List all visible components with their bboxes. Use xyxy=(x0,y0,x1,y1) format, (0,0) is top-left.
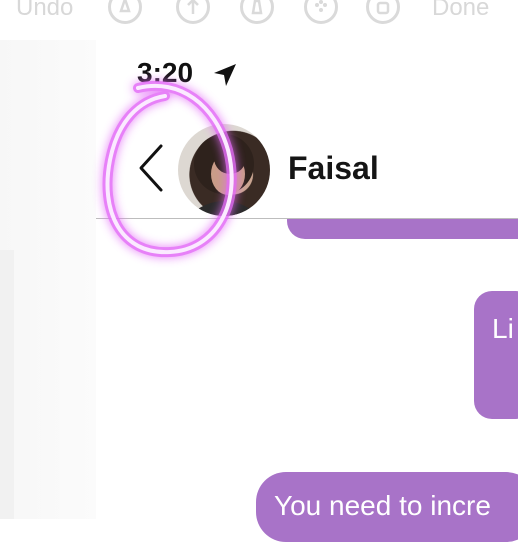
message-text: You need to incre xyxy=(274,490,491,521)
location-arrow-icon xyxy=(214,64,236,86)
message-text: Li xyxy=(492,313,514,344)
markup-toolbar: Undo Done xyxy=(0,0,518,40)
pen-tool-icon[interactable] xyxy=(108,0,142,24)
avatar[interactable] xyxy=(178,124,270,216)
status-time: 3:20 xyxy=(137,57,194,88)
background-strip xyxy=(0,40,96,519)
color-palette-icon[interactable] xyxy=(304,0,338,24)
done-button[interactable]: Done xyxy=(432,0,489,22)
undo-button[interactable]: Undo xyxy=(16,0,73,22)
background-strip-edge xyxy=(0,250,14,519)
contact-name[interactable]: Faisal xyxy=(288,150,379,187)
chevron-left-icon[interactable] xyxy=(137,142,165,194)
eraser-tool-icon[interactable] xyxy=(366,0,400,24)
marker-tool-icon[interactable] xyxy=(176,0,210,24)
message-bubble[interactable]: You need to incre xyxy=(256,472,518,542)
message-bubble[interactable]: Li xyxy=(474,291,518,419)
message-bubble[interactable] xyxy=(287,219,518,239)
highlighter-tool-icon[interactable] xyxy=(240,0,274,24)
